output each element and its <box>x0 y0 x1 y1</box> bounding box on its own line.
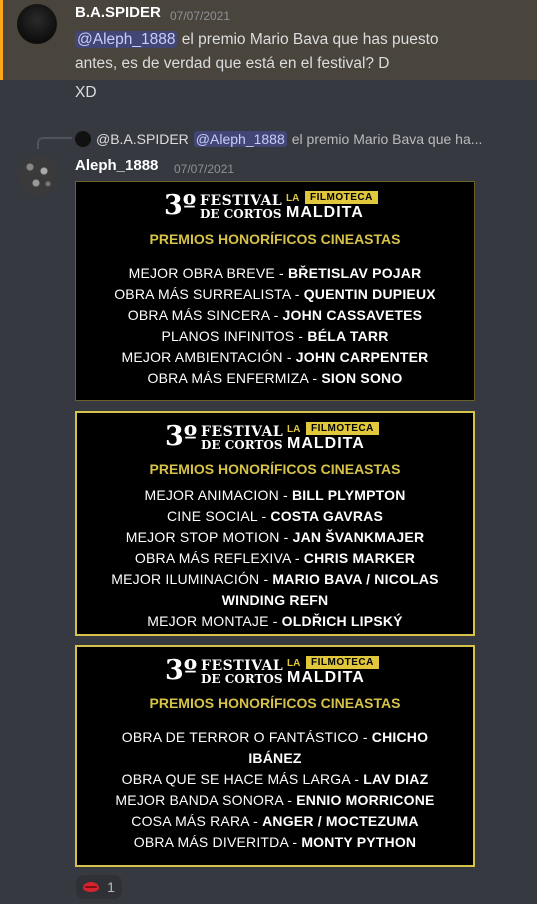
award-line: OBRA MÁS SURREALISTA - QUENTIN DUPIEUX <box>114 286 436 302</box>
award-line: MEJOR ANIMACION - BILL PLYMPTON <box>144 487 406 503</box>
poster-heading: PREMIOS HONORÍFICOS CINEASTAS <box>149 231 401 247</box>
festival-logo: 3º FESTIVAL DE CORTOS LA FILMOTECA MALDI… <box>165 655 395 686</box>
reaction-button[interactable]: 1 <box>76 875 122 899</box>
logo-number: 3º <box>165 655 198 686</box>
logo-de-cortos: DE CORTOS <box>201 438 283 452</box>
award-line: MEJOR ILUMINACIÓN - MARIO BAVA / NICOLAS <box>111 571 439 587</box>
award-line: OBRA MÁS SINCERA - JOHN CASSAVETES <box>127 307 423 323</box>
message-author[interactable]: Aleph_1888 <box>75 157 158 174</box>
poster-image[interactable]: 3º FESTIVAL DE CORTOS LA FILMOTECA MALDI… <box>75 645 475 867</box>
logo-maldita: MALDITA <box>287 669 365 686</box>
award-line: MEJOR BANDA SONORA - ENNIO MORRICONE <box>115 792 435 808</box>
logo-de-cortos: DE CORTOS <box>201 672 283 686</box>
award-line: OBRA MÁS ENFERMIZA - SION SONO <box>147 370 403 386</box>
award-line: PLANOS INFINITOS - BÉLA TARR <box>161 328 389 344</box>
award-line: MEJOR OBRA BREVE - BŘETISLAV POJAR <box>128 265 422 281</box>
award-line: MEJOR STOP MOTION - JAN ŠVANKMAJER <box>125 529 425 545</box>
logo-number: 3º <box>165 421 198 452</box>
award-line: IBÁNEZ <box>248 750 302 766</box>
logo-filmoteca: FILMOTECA <box>306 656 379 669</box>
poster-image[interactable]: 3º FESTIVAL DE CORTOS LA FILMOTECA MALDI… <box>75 181 475 401</box>
reply-mention[interactable]: @Aleph_1888 <box>193 131 287 147</box>
logo-number: 3º <box>164 190 197 221</box>
user-mention[interactable]: @Aleph_1888 <box>75 31 178 48</box>
award-line: OBRA MÁS REFLEXIVA - CHRIS MARKER <box>134 550 416 566</box>
message-text-line: XD <box>75 84 97 101</box>
reply-avatar <box>75 131 91 147</box>
award-line: MEJOR AMBIENTACIÓN - JOHN CARPENTER <box>121 349 429 365</box>
logo-de-cortos: DE CORTOS <box>200 207 282 221</box>
avatar[interactable] <box>18 155 58 195</box>
logo-la: LA <box>286 193 300 204</box>
message-text-line: @Aleph_1888 el premio Mario Bava que has… <box>75 31 439 49</box>
poster-heading: PREMIOS HONORÍFICOS CINEASTAS <box>149 695 401 711</box>
message-author[interactable]: B.A.SPIDER <box>75 4 161 21</box>
logo-filmoteca: FILMOTECA <box>305 191 378 204</box>
message-text: el premio Mario Bava que has puesto <box>177 31 439 48</box>
reply-spine <box>37 137 72 149</box>
message-timestamp: 07/07/2021 <box>174 162 235 176</box>
festival-logo: 3º FESTIVAL DE CORTOS LA FILMOTECA MALDI… <box>165 421 395 452</box>
avatar[interactable] <box>17 4 57 44</box>
award-line: OBRA MÁS DIVERITDA - MONTY PYTHON <box>133 834 417 850</box>
reply-reference[interactable]: @B.A.SPIDER @Aleph_1888 el premio Mario … <box>75 131 482 147</box>
reaction-count: 1 <box>107 879 115 895</box>
message-timestamp: 07/07/2021 <box>170 9 231 23</box>
logo-filmoteca: FILMOTECA <box>306 422 379 435</box>
reply-snippet[interactable]: el premio Mario Bava que ha... <box>292 131 483 147</box>
logo-maldita: MALDITA <box>286 204 364 221</box>
award-line: OBRA DE TERROR O FANTÁSTICO - CHICHO <box>121 729 429 745</box>
reply-author[interactable]: @B.A.SPIDER <box>96 131 189 147</box>
festival-logo: 3º FESTIVAL DE CORTOS LA FILMOTECA MALDI… <box>164 190 394 221</box>
logo-la: LA <box>287 658 301 669</box>
award-line: OBRA QUE SE HACE MÁS LARGA - LAV DIAZ <box>121 771 429 787</box>
message-text-line: antes, es de verdad que está en el festi… <box>75 55 390 72</box>
award-line: MEJOR MONTAJE - OLDŘICH LIPSKÝ <box>147 613 403 629</box>
poster-heading: PREMIOS HONORÍFICOS CINEASTAS <box>149 461 401 477</box>
award-line: COSA MÁS RARA - ANGER / MOCTEZUMA <box>131 813 419 829</box>
award-line: CINE SOCIAL - COSTA GAVRAS <box>166 508 383 524</box>
logo-la: LA <box>287 424 301 435</box>
logo-maldita: MALDITA <box>287 435 365 452</box>
kiss-lips-icon <box>83 882 100 892</box>
award-line: WINDING REFN <box>221 592 329 608</box>
poster-image[interactable]: 3º FESTIVAL DE CORTOS LA FILMOTECA MALDI… <box>75 411 475 636</box>
